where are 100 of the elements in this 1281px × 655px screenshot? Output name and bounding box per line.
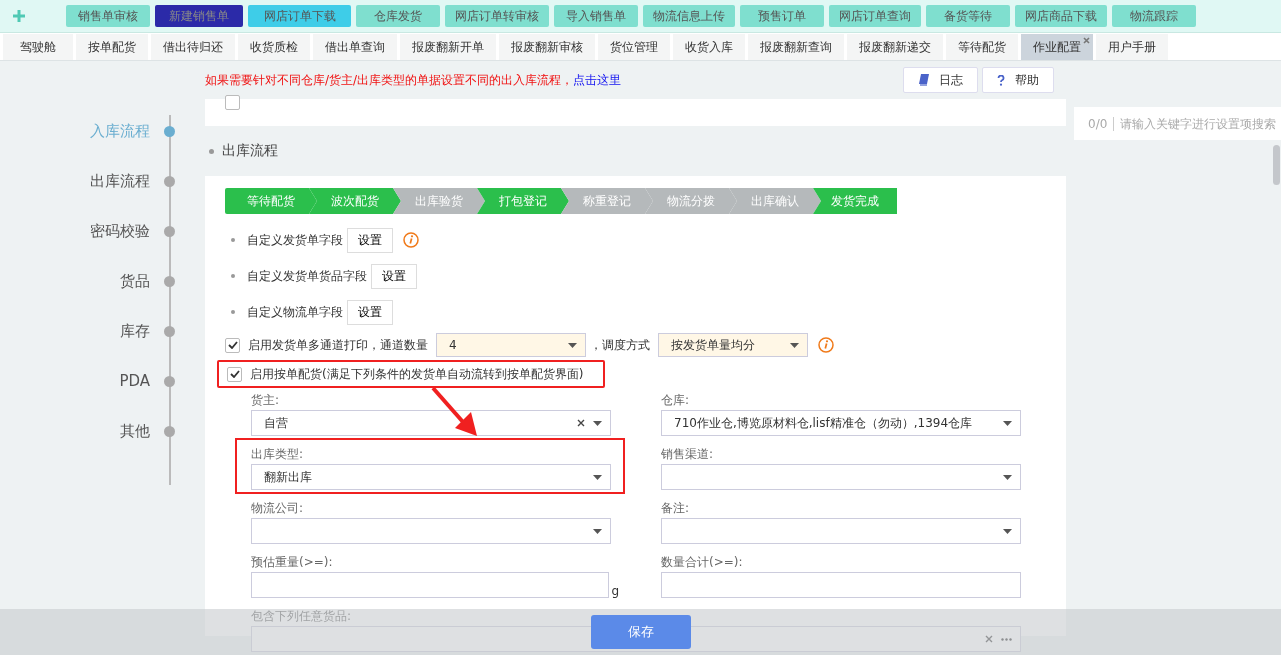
field-label: 出库类型: — [251, 446, 305, 463]
select-field[interactable]: 按发货单量均分 — [658, 333, 808, 357]
settings-button[interactable]: 设置 — [347, 227, 393, 253]
nav-button[interactable]: 物流信息上传 — [643, 5, 735, 27]
process-step: 称重登记 — [561, 188, 653, 214]
select-field[interactable]: 4 — [436, 333, 586, 357]
help-button[interactable]: 帮助 — [982, 67, 1054, 93]
field-label: 销售渠道: — [661, 446, 715, 463]
field-label: 物流公司: — [251, 500, 305, 517]
nav-button[interactable]: 仓库发货 — [356, 5, 440, 27]
caret-icon — [1003, 420, 1012, 426]
tab[interactable]: 借出单查询 — [313, 34, 397, 60]
step-dot-icon — [164, 225, 175, 237]
nav-button[interactable]: 导入销售单 — [554, 5, 638, 27]
sidebar-item[interactable]: PDA — [119, 372, 150, 390]
sidebar-item[interactable]: 库存 — [120, 321, 150, 341]
nav-button[interactable]: 网店订单下载 — [248, 5, 351, 27]
step-dot-icon — [164, 375, 175, 387]
caret-icon — [568, 342, 577, 348]
nav-button[interactable]: 网店订单转审核 — [445, 5, 549, 27]
notice-text: 如果需要针对不同仓库/货主/出库类型的单据设置不同的出入库流程，点击这里 — [205, 71, 622, 89]
select-field[interactable]: 翻新出库 — [251, 464, 611, 490]
more-icon[interactable] — [1001, 637, 1012, 641]
checkbox[interactable] — [225, 95, 240, 110]
nav-button[interactable]: 销售单审核 — [66, 5, 150, 27]
select-field[interactable] — [251, 518, 611, 544]
tab[interactable]: 报废翻新开单 — [400, 34, 496, 60]
tab[interactable]: 收货入库 — [673, 34, 745, 60]
nav-button[interactable]: 预售订单 — [740, 5, 824, 27]
info-icon[interactable] — [818, 337, 834, 353]
caret-icon — [593, 528, 602, 534]
bullet-icon — [209, 148, 214, 154]
caret-icon — [1003, 528, 1012, 534]
tab[interactable]: 货位管理 — [598, 34, 670, 60]
checkbox[interactable] — [225, 337, 240, 353]
close-icon[interactable] — [1083, 37, 1090, 44]
settings-button[interactable]: 设置 — [371, 263, 417, 289]
field-label: 数量合计(>=): — [661, 554, 744, 571]
clear-icon[interactable] — [577, 419, 585, 427]
sidebar-item[interactable]: 密码校验 — [90, 221, 150, 241]
tab[interactable]: 借出待归还 — [151, 34, 235, 60]
setting-label: 自定义物流单字段 — [247, 303, 343, 321]
nav-button[interactable]: 备货等待 — [926, 5, 1010, 27]
process-step: 出库确认 — [729, 188, 821, 214]
tab[interactable]: 用户手册 — [1096, 34, 1168, 60]
step-dot-icon — [164, 275, 175, 287]
bullet-icon — [231, 238, 235, 242]
caret-icon — [593, 474, 602, 480]
checkbox-label: 启用按单配货(满足下列条件的发货单自动流转到按单配货界面) — [250, 365, 584, 383]
field-label: 仓库: — [661, 392, 691, 409]
caret-icon — [790, 342, 799, 348]
input-field[interactable] — [661, 572, 1021, 598]
step-dot-icon — [164, 125, 175, 137]
setting-label: 自定义发货单货品字段 — [247, 267, 367, 285]
checkbox[interactable] — [227, 366, 242, 382]
tab[interactable]: 报废翻新递交 — [847, 34, 943, 60]
field-label: ，调度方式 — [590, 336, 650, 354]
step-dot-icon — [164, 325, 175, 337]
tab[interactable]: 按单配货 — [76, 34, 148, 60]
scrollbar-thumb[interactable] — [1273, 145, 1281, 185]
tab[interactable]: 报废翻新审核 — [499, 34, 595, 60]
process-step: 出库验货 — [393, 188, 485, 214]
tab[interactable]: 收货质检 — [238, 34, 310, 60]
process-step: 打包登记 — [477, 188, 569, 214]
help-icon — [997, 74, 1005, 86]
step-dot-icon — [164, 425, 175, 437]
select-field[interactable] — [661, 518, 1021, 544]
input-field[interactable] — [251, 572, 610, 598]
nav-button[interactable]: 网店订单查询 — [829, 5, 921, 27]
add-icon[interactable] — [13, 10, 25, 22]
bullet-icon — [231, 274, 235, 278]
section-title: 出库流程 — [222, 142, 278, 160]
checkbox-label: 启用发货单多通道打印，通道数量 — [248, 336, 428, 354]
setting-label: 自定义发货单字段 — [247, 231, 343, 249]
link[interactable]: 点击这里 — [573, 72, 622, 87]
tab[interactable]: 等待配货 — [946, 34, 1018, 60]
caret-icon — [593, 420, 602, 426]
sidebar-item[interactable]: 货品 — [120, 271, 150, 291]
select-field[interactable] — [661, 464, 1021, 490]
settings-button[interactable]: 设置 — [347, 299, 393, 325]
tab[interactable]: 作业配置 — [1021, 34, 1093, 60]
bullet-icon — [231, 310, 235, 314]
book-icon — [918, 74, 929, 86]
caret-icon — [1003, 474, 1012, 480]
step-dot-icon — [164, 175, 175, 187]
unit-label: g — [611, 584, 619, 598]
nav-button[interactable]: 物流跟踪 — [1112, 5, 1196, 27]
select-field[interactable]: 自营 — [251, 410, 611, 436]
process-step: 波次配货 — [309, 188, 401, 214]
field-label: 预估重量(>=): — [251, 554, 334, 571]
tab[interactable]: 驾驶舱 — [3, 34, 73, 60]
tab[interactable]: 报废翻新查询 — [748, 34, 844, 60]
nav-button[interactable]: 网店商品下载 — [1015, 5, 1107, 27]
process-step: 物流分拨 — [645, 188, 737, 214]
log-button[interactable]: 日志 — [903, 67, 978, 93]
field-label: 货主: — [251, 392, 281, 409]
sidebar-item[interactable]: 其他 — [120, 421, 150, 441]
info-icon[interactable] — [403, 232, 419, 248]
sidebar-item[interactable]: 出库流程 — [90, 171, 150, 191]
select-field[interactable]: 710作业仓,博览原材料仓,lisf精准仓（勿动）,1394仓库 — [661, 410, 1021, 436]
